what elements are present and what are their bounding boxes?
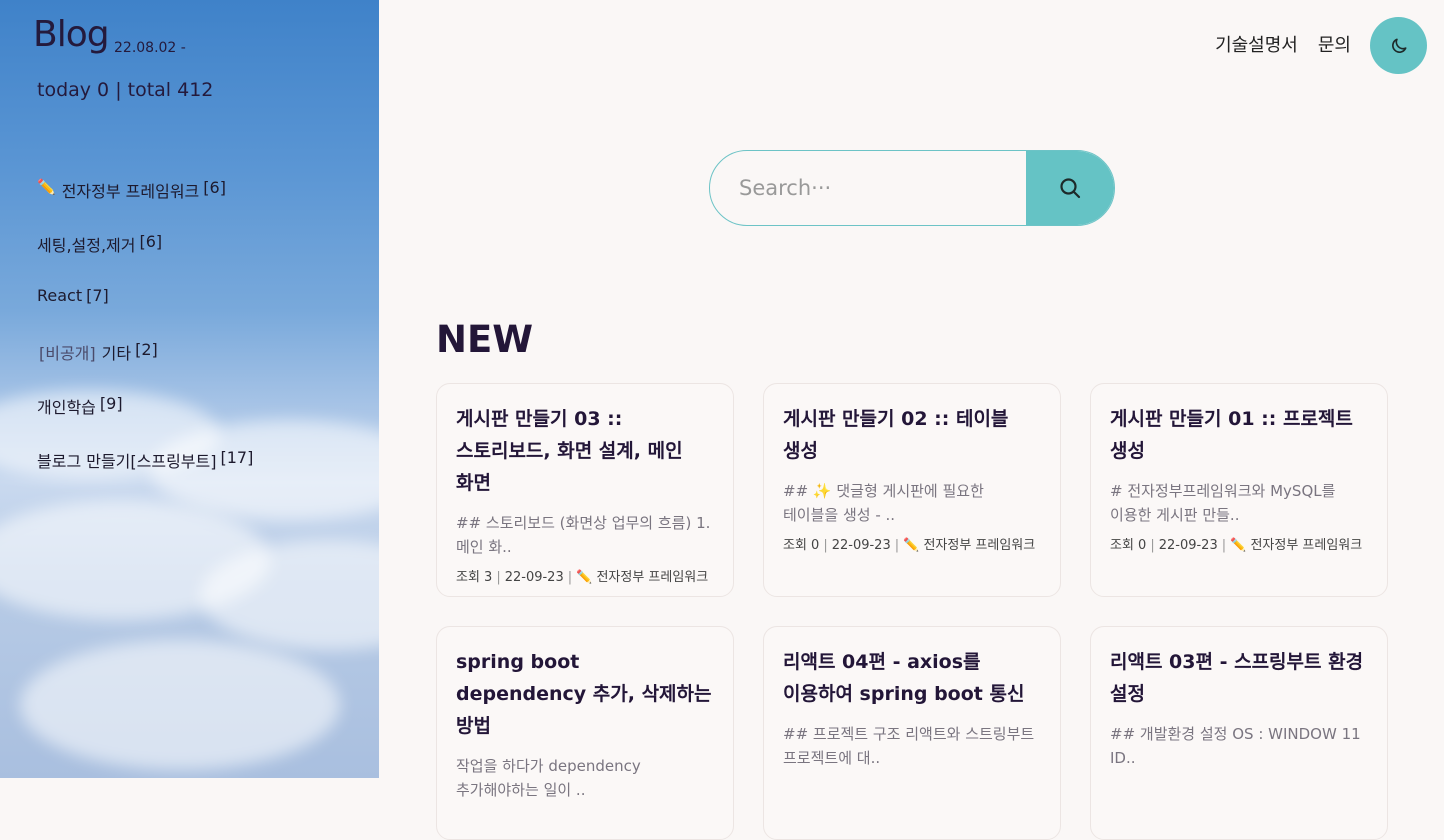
theme-toggle-button[interactable] — [1370, 17, 1427, 74]
post-category[interactable]: 전자정부 프레임워크 — [923, 538, 1035, 553]
post-views: 조회 3 — [456, 570, 493, 585]
post-summary: ## 프로젝트 구조 리액트와 스트링부트 프로젝트에 대.. — [783, 725, 1035, 767]
sidebar: Blog 22.08.02 - today 0 | total 412 ✏️ 전… — [0, 0, 379, 778]
cloud-decoration — [20, 640, 340, 770]
post-title[interactable]: spring boot dependency 추가, 삭제하는 방법 — [456, 646, 714, 742]
category-item-settings[interactable]: 세팅,설정,제거 [6] — [37, 230, 253, 284]
post-summary: ## ✨ 댓글형 게시판에 필요한 테이블을 생성 - .. — [783, 482, 984, 524]
nav-link-contact[interactable]: 문의 — [1318, 31, 1351, 57]
category-label: 블로그 만들기[스프링부트] — [37, 452, 217, 471]
post-card[interactable]: spring boot dependency 추가, 삭제하는 방법 작업을 하… — [436, 626, 734, 840]
meta-separator: | — [567, 570, 573, 585]
search-input[interactable] — [710, 151, 1026, 225]
post-title[interactable]: 게시판 만들기 02 :: 테이블 생성 — [783, 403, 1041, 467]
category-item-react[interactable]: React [7] — [37, 284, 253, 338]
post-category[interactable]: 전자정부 프레임워크 — [1250, 538, 1362, 553]
category-label: React — [37, 286, 83, 305]
search-icon — [1060, 178, 1081, 199]
post-meta: 조회 0 | 22-09-23 | ✏️ 전자정부 프레임워크 — [783, 537, 1041, 555]
category-item-etc[interactable]: [비공개] 기타 [2] — [37, 338, 253, 392]
category-label: 세팅,설정,제거 — [37, 236, 136, 255]
post-summary: ## 스토리보드 (화면상 업무의 흐름) 1. 메인 화.. — [456, 514, 711, 556]
top-nav: 기술설명서 문의 — [1215, 31, 1351, 57]
post-card[interactable]: 리액트 03편 - 스프링부트 환경 설정 ## 개발환경 설정 OS : WI… — [1090, 626, 1388, 840]
post-date: 22-09-23 — [504, 570, 564, 585]
post-meta: 조회 0 | 22-09-23 | ✏️ 전자정부 프레임워크 — [1110, 537, 1368, 555]
post-title[interactable]: 리액트 04편 - axios를 이용하여 spring boot 통신 — [783, 646, 1041, 710]
category-label: 기타 — [101, 344, 132, 363]
post-views: 조회 0 — [783, 538, 820, 553]
nav-link-docs[interactable]: 기술설명서 — [1215, 31, 1298, 57]
category-item-egov[interactable]: ✏️ 전자정부 프레임워크 [6] — [37, 176, 253, 230]
meta-separator: | — [823, 538, 828, 553]
post-category[interactable]: 전자정부 프레임워크 — [596, 570, 708, 585]
post-card[interactable]: 게시판 만들기 02 :: 테이블 생성 ## ✨ 댓글형 게시판에 필요한 테… — [763, 383, 1061, 597]
post-meta: 조회 3 | 22-09-23 | ✏️ 전자정부 프레임워크 — [456, 569, 714, 587]
pencil-icon: ✏️ — [903, 538, 920, 553]
post-title[interactable]: 게시판 만들기 03 :: 스토리보드, 화면 설계, 메인 화면 — [456, 403, 714, 499]
category-item-blog[interactable]: 블로그 만들기[스프링부트] [17] — [37, 446, 253, 500]
meta-separator: | — [1150, 538, 1155, 553]
pencil-icon: ✏️ — [37, 178, 56, 196]
meta-separator: | — [496, 570, 501, 585]
moon-icon — [1391, 38, 1406, 53]
post-card[interactable]: 게시판 만들기 01 :: 프로젝트 생성 # 전자정부프레임워크와 MySQL… — [1090, 383, 1388, 597]
pencil-icon: ✏️ — [576, 570, 593, 585]
post-title[interactable]: 리액트 03편 - 스프링부트 환경 설정 — [1110, 646, 1368, 710]
post-title[interactable]: 게시판 만들기 01 :: 프로젝트 생성 — [1110, 403, 1368, 467]
post-summary: # 전자정부프레임워크와 MySQL를 이용한 게시판 만들.. — [1110, 482, 1336, 524]
meta-separator: | — [894, 538, 900, 553]
category-list: ✏️ 전자정부 프레임워크 [6] 세팅,설정,제거 [6] React [7]… — [37, 176, 253, 500]
post-date: 22-09-23 — [1158, 538, 1218, 553]
category-count: [17] — [220, 448, 254, 467]
post-summary: 작업을 하다가 dependency 추가해야하는 일이 .. — [456, 757, 641, 799]
search-bar — [709, 150, 1115, 226]
section-title-new: NEW — [436, 318, 534, 361]
blog-date: 22.08.02 - — [114, 40, 186, 56]
category-label: 개인학습 — [37, 398, 96, 417]
pencil-icon: ✏️ — [1230, 538, 1247, 553]
category-count: [6] — [139, 232, 163, 251]
post-views: 조회 0 — [1110, 538, 1147, 553]
category-label: 전자정부 프레임워크 — [61, 182, 200, 201]
search-button[interactable] — [1026, 151, 1114, 225]
category-item-study[interactable]: 개인학습 [9] — [37, 392, 253, 446]
category-count: [9] — [99, 394, 123, 413]
post-card[interactable]: 리액트 04편 - axios를 이용하여 spring boot 통신 ## … — [763, 626, 1061, 840]
private-label: [비공개] — [39, 344, 96, 363]
post-card[interactable]: 게시판 만들기 03 :: 스토리보드, 화면 설계, 메인 화면 ## 스토리… — [436, 383, 734, 597]
category-count: [2] — [135, 340, 158, 359]
category-count: [7] — [86, 286, 109, 305]
post-date: 22-09-23 — [831, 538, 891, 553]
post-grid: 게시판 만들기 03 :: 스토리보드, 화면 설계, 메인 화면 ## 스토리… — [436, 383, 1389, 840]
blog-title[interactable]: Blog — [33, 14, 110, 55]
category-count: [6] — [203, 178, 226, 197]
post-summary: ## 개발환경 설정 OS : WINDOW 11 ID.. — [1110, 725, 1361, 767]
meta-separator: | — [1221, 538, 1227, 553]
visitor-counter: today 0 | total 412 — [37, 79, 214, 101]
